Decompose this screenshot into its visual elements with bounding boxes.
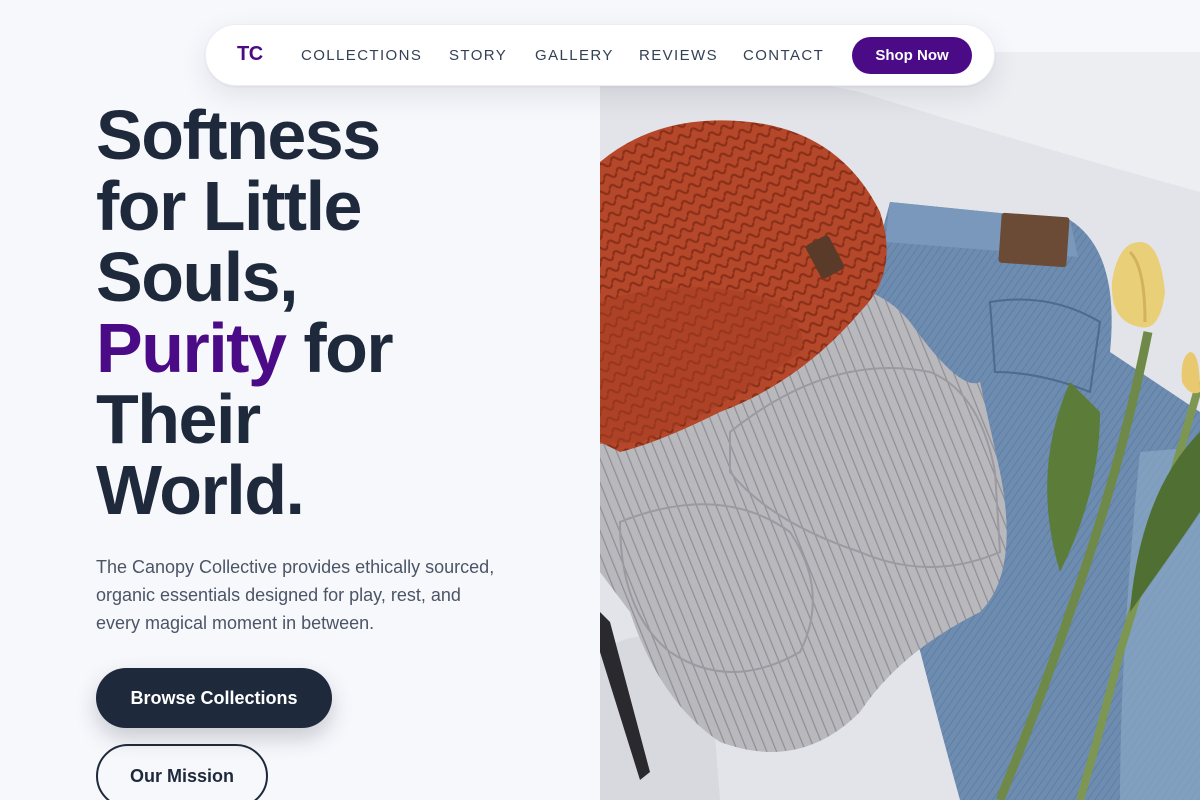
nav-link-story[interactable]: STORY — [449, 47, 507, 64]
hero-title-line-2: for Little — [96, 167, 362, 245]
main-nav: TC COLLECTIONS STORY GALLERY REVIEWS CON… — [205, 24, 995, 86]
nav-link-collections[interactable]: COLLECTIONS — [301, 47, 422, 64]
shop-now-button[interactable]: Shop Now — [852, 37, 972, 74]
hero-title-line-1: Softness — [96, 96, 381, 174]
hero-photo — [600, 52, 1200, 800]
nav-link-contact[interactable]: CONTACT — [743, 47, 824, 64]
hero-title: Softness for Little Souls, Purity for Th… — [96, 100, 566, 526]
browse-collections-button[interactable]: Browse Collections — [96, 668, 332, 728]
brand-logo[interactable]: TC — [237, 43, 263, 66]
nav-link-reviews[interactable]: REVIEWS — [639, 47, 718, 64]
hero-description: The Canopy Collective provides ethically… — [96, 557, 495, 633]
hero-title-accent: Purity — [96, 309, 287, 387]
hero-title-line-6: World. — [96, 451, 305, 529]
hero-title-line-3: Souls, — [96, 238, 299, 316]
nav-link-gallery[interactable]: GALLERY — [535, 47, 614, 64]
our-mission-button[interactable]: Our Mission — [96, 744, 268, 800]
hero-title-line-4: for — [285, 309, 393, 387]
hero-title-line-5: Their — [96, 380, 261, 458]
